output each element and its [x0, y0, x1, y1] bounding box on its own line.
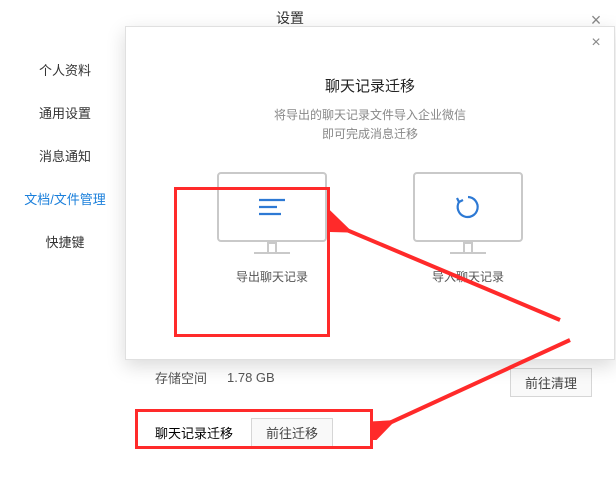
migration-row: 聊天记录迁移 前往迁移	[155, 418, 333, 447]
sidebar-item-profile[interactable]: 个人资料	[0, 48, 130, 91]
sidebar-item-shortcuts[interactable]: 快捷键	[0, 220, 130, 263]
sidebar-item-label: 消息通知	[39, 149, 91, 164]
sidebar-item-label: 快捷键	[45, 235, 84, 250]
import-option[interactable]: 导入聊天记录	[413, 172, 523, 285]
export-option[interactable]: 导出聊天记录	[217, 172, 327, 285]
cleanup-button[interactable]: 前往清理	[510, 368, 592, 397]
modal-close-icon[interactable]: ×	[586, 33, 606, 53]
monitor-icon	[413, 172, 523, 254]
storage-value: 1.78 GB	[227, 370, 275, 385]
goto-migration-button[interactable]: 前往迁移	[251, 418, 333, 447]
storage-label: 存储空间	[155, 368, 207, 387]
sidebar-item-label: 文档/文件管理	[24, 192, 106, 207]
modal-subtitle-line: 即可完成消息迁移	[322, 127, 418, 141]
migration-label: 聊天记录迁移	[155, 423, 233, 442]
sidebar-item-label: 个人资料	[39, 63, 91, 78]
modal-subtitle: 将导出的聊天记录文件导入企业微信 即可完成消息迁移	[126, 106, 614, 144]
window-title: 设置	[276, 8, 304, 28]
migration-modal: × 聊天记录迁移 将导出的聊天记录文件导入企业微信 即可完成消息迁移	[125, 26, 615, 360]
import-label: 导入聊天记录	[413, 268, 523, 285]
settings-window: 设置 × 个人资料 通用设置 消息通知 文档/文件管理 快捷键 存储空间 1.7…	[0, 0, 616, 500]
modal-title: 聊天记录迁移	[126, 75, 614, 96]
sidebar-item-files[interactable]: 文档/文件管理	[0, 177, 130, 220]
sidebar-item-general[interactable]: 通用设置	[0, 91, 130, 134]
migration-options: 导出聊天记录 导入聊天记录	[126, 172, 614, 285]
export-label: 导出聊天记录	[217, 268, 327, 285]
sidebar-item-label: 通用设置	[39, 106, 91, 121]
sidebar-item-notifications[interactable]: 消息通知	[0, 134, 130, 177]
import-refresh-icon	[453, 192, 483, 222]
export-lines-icon	[255, 196, 289, 218]
monitor-icon	[217, 172, 327, 254]
modal-subtitle-line: 将导出的聊天记录文件导入企业微信	[274, 108, 466, 122]
storage-row: 存储空间 1.78 GB	[155, 368, 275, 387]
sidebar-nav: 个人资料 通用设置 消息通知 文档/文件管理 快捷键	[0, 48, 130, 263]
